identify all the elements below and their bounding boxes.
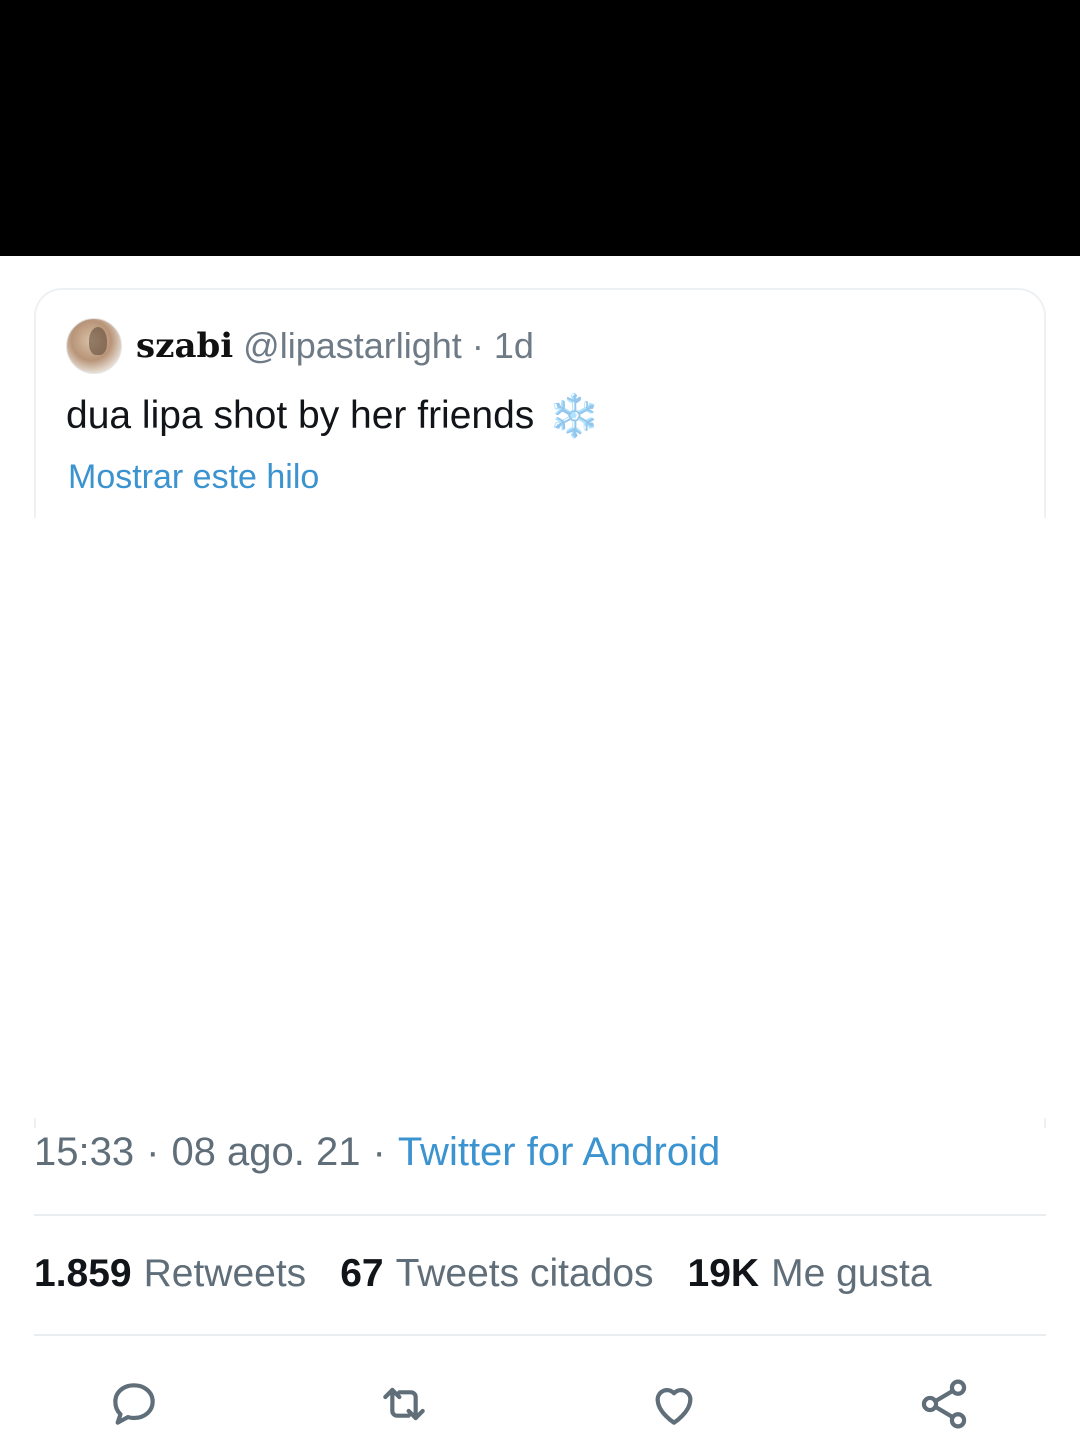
share-icon	[921, 1379, 967, 1429]
tweet-meta: 15:33 · 08 ago. 21 · Twitter for Android	[34, 1130, 720, 1175]
retweet-button[interactable]	[372, 1372, 436, 1436]
meta-separator: ·	[146, 1130, 160, 1174]
quoted-tweet-header: szabi @lipastarlight · 1d	[66, 318, 534, 374]
retweets-label: Retweets	[143, 1252, 307, 1295]
retweets-stat[interactable]: 1.859 Retweets	[34, 1252, 306, 1296]
tweet-date: 08 ago. 21	[171, 1130, 361, 1174]
top-black-bar	[0, 0, 1080, 256]
reply-icon	[113, 1383, 155, 1425]
retweet-icon	[383, 1387, 425, 1421]
like-icon	[655, 1388, 693, 1425]
avatar[interactable]	[66, 318, 122, 374]
likes-count: 19K	[687, 1252, 760, 1295]
author-name[interactable]: szabi	[136, 326, 233, 366]
quotes-stat[interactable]: 67 Tweets citados	[340, 1252, 653, 1296]
author-handle[interactable]: @lipastarlight	[243, 325, 462, 367]
likes-stat[interactable]: 19K Me gusta	[688, 1252, 932, 1296]
share-button[interactable]	[912, 1372, 976, 1436]
snowflake-icon: ❄️	[548, 392, 601, 439]
retweets-count: 1.859	[34, 1252, 132, 1295]
divider	[34, 1214, 1046, 1216]
meta-separator: ·	[372, 1130, 386, 1174]
like-button[interactable]	[642, 1372, 706, 1436]
tweet-source-link[interactable]: Twitter for Android	[398, 1130, 720, 1175]
reply-button[interactable]	[102, 1372, 166, 1436]
quoted-tweet-body: dua lipa shot by her friends	[66, 394, 535, 437]
header-separator: ·	[471, 325, 484, 366]
tweet-stats: 1.859 Retweets 67 Tweets citados 19K Me …	[34, 1252, 966, 1296]
show-thread-link[interactable]: Mostrar este hilo	[68, 458, 319, 497]
quoted-tweet-text: dua lipa shot by her friends ❄️	[66, 394, 601, 438]
quotes-count: 67	[340, 1252, 384, 1295]
tweet-age: 1d	[493, 325, 534, 366]
quotes-label: Tweets citados	[395, 1252, 654, 1295]
tweet-actions	[0, 1368, 1080, 1440]
tweet-time: 15:33	[34, 1130, 135, 1174]
divider	[34, 1334, 1046, 1336]
media-placeholder	[0, 518, 1064, 1118]
likes-label: Me gusta	[771, 1252, 932, 1295]
